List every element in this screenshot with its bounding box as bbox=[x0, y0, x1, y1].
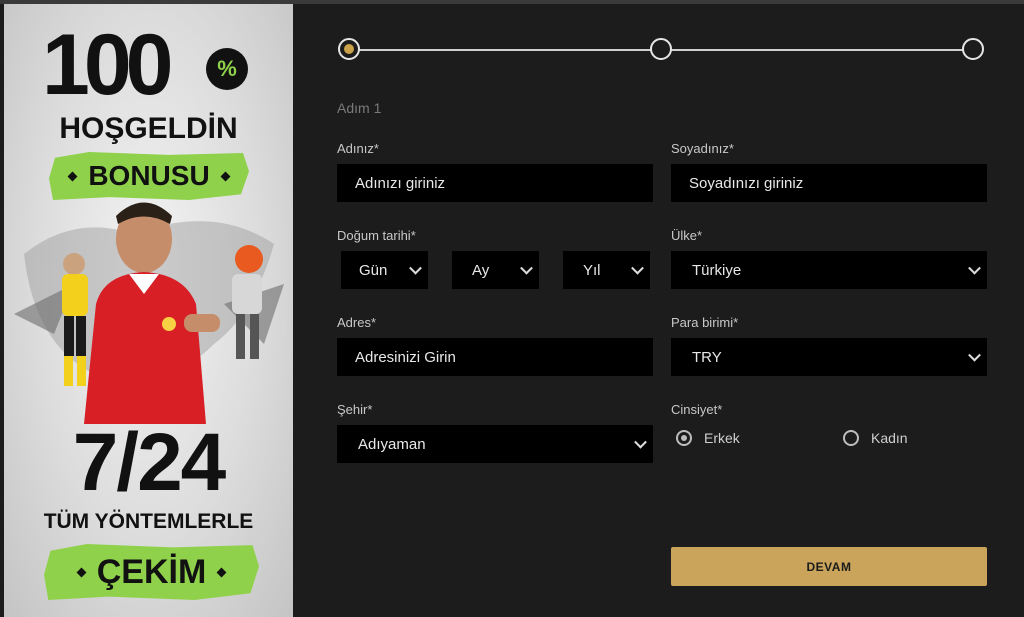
currency-select[interactable]: TRY bbox=[671, 338, 987, 376]
address-input[interactable]: Adresinizi Girin bbox=[337, 338, 653, 376]
currency-value: TRY bbox=[692, 348, 722, 366]
country-label: Ülke* bbox=[671, 228, 703, 243]
gender-label: Cinsiyet* bbox=[671, 402, 723, 417]
step-1-indicator bbox=[338, 38, 360, 60]
first-name-label: Adınız* bbox=[337, 141, 379, 156]
address-placeholder: Adresinizi Girin bbox=[355, 348, 456, 366]
city-label: Şehir* bbox=[337, 402, 373, 417]
banner-bonus-badge: BONUSU bbox=[49, 152, 249, 200]
last-name-placeholder: Soyadınızı giriniz bbox=[689, 174, 804, 192]
progress-stepper bbox=[337, 36, 989, 66]
banner-big-number: 100 bbox=[42, 17, 173, 113]
banner-hours-text: 7/24 bbox=[72, 417, 227, 508]
chevron-down-icon bbox=[968, 261, 981, 275]
chevron-down-icon bbox=[968, 348, 981, 362]
city-value: Adıyaman bbox=[358, 435, 426, 453]
gender-male-label: Erkek bbox=[704, 430, 740, 446]
address-label: Adres* bbox=[337, 315, 377, 330]
currency-label: Para birimi* bbox=[671, 315, 739, 330]
city-select[interactable]: Adıyaman bbox=[337, 425, 653, 463]
athletes-image bbox=[14, 202, 284, 424]
banner-welcome-text: HOŞGELDİN bbox=[59, 112, 238, 145]
first-name-placeholder: Adınızı giriniz bbox=[355, 174, 446, 192]
chevron-down-icon bbox=[409, 261, 422, 275]
birth-day-select[interactable]: Gün bbox=[341, 251, 428, 289]
step-2-indicator bbox=[650, 38, 672, 60]
banner-percent-badge: % bbox=[206, 48, 248, 90]
radio-unchecked-icon[interactable] bbox=[843, 430, 859, 446]
gender-female-option[interactable]: Kadın bbox=[843, 430, 908, 446]
chevron-down-icon bbox=[634, 435, 647, 449]
birth-year-select[interactable]: Yıl bbox=[563, 251, 650, 289]
chevron-down-icon bbox=[631, 261, 644, 275]
birth-date-label: Doğum tarihi* bbox=[337, 228, 416, 243]
birth-year-value: Yıl bbox=[583, 261, 601, 279]
banner-withdraw-text: ÇEKİM bbox=[96, 552, 207, 591]
country-value: Türkiye bbox=[692, 261, 742, 279]
first-name-input[interactable]: Adınızı giriniz bbox=[337, 164, 653, 202]
continue-button[interactable]: DEVAM bbox=[671, 547, 987, 586]
chevron-down-icon bbox=[520, 261, 533, 275]
promo-banner[interactable]: 100 % HOŞGELDİN BONUSU 7/24 TÜM YÖNTEMLE… bbox=[4, 4, 293, 617]
birth-month-value: Ay bbox=[472, 261, 490, 279]
last-name-label: Soyadınız* bbox=[671, 141, 734, 156]
banner-withdraw-badge: ÇEKİM bbox=[44, 544, 259, 600]
gender-male-option[interactable]: Erkek bbox=[676, 430, 740, 446]
birth-day-value: Gün bbox=[359, 261, 388, 279]
banner-methods-text: TÜM YÖNTEMLERLE bbox=[43, 510, 254, 533]
country-select[interactable]: Türkiye bbox=[671, 251, 987, 289]
radio-checked-icon[interactable] bbox=[676, 430, 692, 446]
step-title: Adım 1 bbox=[337, 100, 382, 116]
last-name-input[interactable]: Soyadınızı giriniz bbox=[671, 164, 987, 202]
gender-female-label: Kadın bbox=[871, 430, 908, 446]
birth-month-select[interactable]: Ay bbox=[452, 251, 539, 289]
banner-bonus-text: BONUSU bbox=[88, 160, 210, 191]
step-3-indicator bbox=[962, 38, 984, 60]
